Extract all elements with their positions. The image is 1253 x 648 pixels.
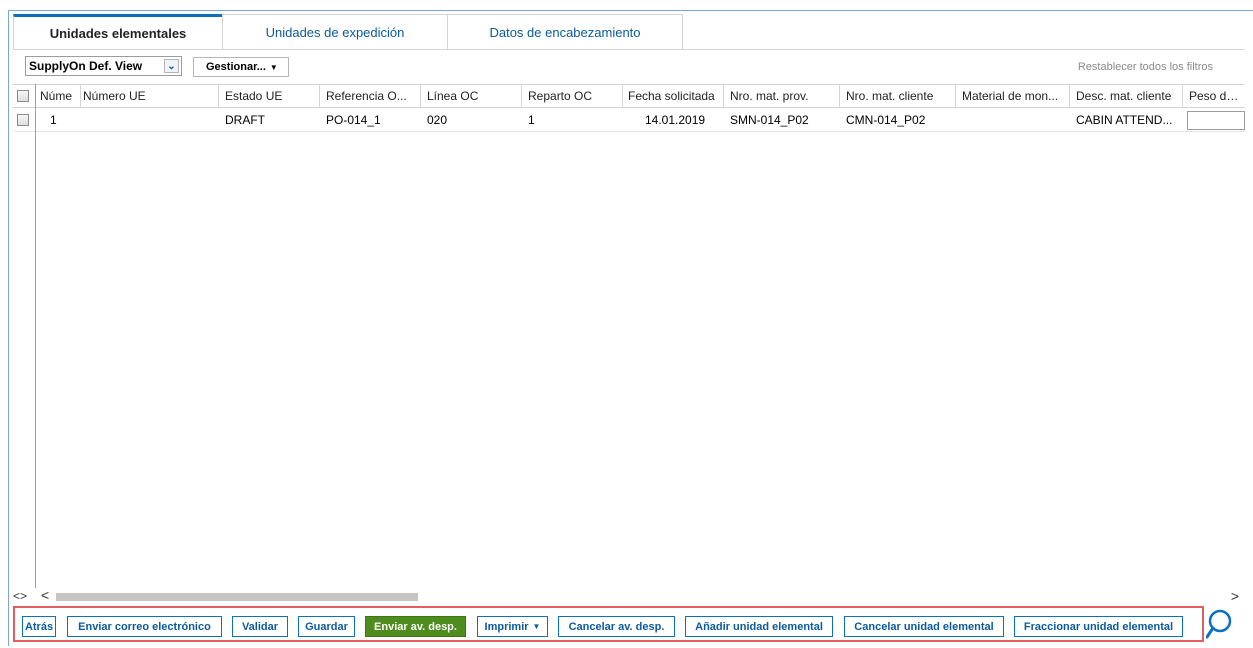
search-icon[interactable]	[1206, 608, 1236, 642]
send-dispatch-button[interactable]: Enviar av. desp.	[365, 616, 466, 637]
col-header-numero-ue[interactable]: Número UE	[81, 85, 219, 108]
cell-mat-prov: SMN-014_P02	[730, 113, 809, 127]
cell-estado-ue: DRAFT	[225, 113, 265, 127]
caret-down-icon: ▼	[532, 622, 541, 631]
view-select[interactable]: SupplyOn Def. View ⌄	[25, 56, 182, 76]
save-button[interactable]: Guardar	[298, 616, 355, 637]
validate-button[interactable]: Validar	[232, 616, 288, 637]
col-header-linea-oc[interactable]: Línea OC	[421, 85, 522, 108]
cell-numero-ue	[81, 108, 219, 132]
tab-bar: Unidades elementales Unidades de expedic…	[13, 14, 683, 50]
cancel-unit-button[interactable]: Cancelar unidad elemental	[844, 616, 1004, 637]
tab-unidades-elementales[interactable]: Unidades elementales	[13, 14, 223, 50]
split-unit-button[interactable]: Fraccionar unidad elemental	[1014, 616, 1183, 637]
manage-label: Gestionar...	[206, 61, 266, 73]
col-header-fecha[interactable]: Fecha solicitada	[623, 85, 724, 108]
scroll-thumb[interactable]	[56, 593, 418, 601]
action-bar: Atrás Enviar correo electrónico Validar …	[13, 606, 1204, 642]
grid-header: Núme Número UE Estado UE Referencia O...…	[13, 84, 1245, 108]
col-header-peso[interactable]: Peso de U	[1183, 85, 1245, 108]
horizontal-scrollbar[interactable]: <> < >	[13, 587, 1245, 605]
cell-reparto-oc: 1	[528, 113, 535, 127]
caret-down-icon: ▼	[269, 62, 278, 72]
col-header-reparto-oc[interactable]: Reparto OC	[522, 85, 623, 108]
cell-linea-oc: 020	[427, 113, 448, 127]
frozen-column-divider	[35, 84, 36, 588]
print-menu-button[interactable]: Imprimir ▼	[477, 616, 548, 637]
data-grid: Núme Número UE Estado UE Referencia O...…	[13, 84, 1245, 588]
cell-num: 1	[50, 113, 57, 127]
tab-unidades-expedicion[interactable]: Unidades de expedición	[222, 14, 448, 50]
col-header-referencia[interactable]: Referencia O...	[320, 85, 421, 108]
col-header-mat-cliente[interactable]: Nro. mat. cliente	[840, 85, 956, 108]
send-email-button[interactable]: Enviar correo electrónico	[67, 616, 222, 637]
back-button[interactable]: Atrás	[22, 616, 56, 637]
reset-filters-link[interactable]: Restablecer todos los filtros	[1078, 61, 1213, 73]
cell-mat-cliente: CMN-014_P02	[846, 113, 926, 127]
col-header-material-mon[interactable]: Material de mon...	[956, 85, 1070, 108]
add-unit-button[interactable]: Añadir unidad elemental	[685, 616, 833, 637]
cell-material-mon	[956, 108, 1070, 132]
chevron-down-icon[interactable]: ⌄	[164, 59, 179, 73]
col-header-mat-prov[interactable]: Nro. mat. prov.	[724, 85, 840, 108]
row-checkbox[interactable]	[17, 114, 29, 126]
scroll-right-icon[interactable]: >	[1231, 588, 1239, 604]
col-header-desc-mat[interactable]: Desc. mat. cliente	[1070, 85, 1183, 108]
view-select-value: SupplyOn Def. View	[29, 59, 143, 73]
expand-columns-icon[interactable]: <>	[13, 589, 27, 603]
cell-fecha: 14.01.2019	[645, 113, 706, 127]
tab-divider	[13, 49, 1245, 50]
col-header-estado-ue[interactable]: Estado UE	[219, 85, 320, 108]
manage-menu-button[interactable]: Gestionar... ▼	[193, 57, 289, 77]
col-header-num[interactable]: Núme	[36, 85, 81, 108]
scroll-left-icon[interactable]: <	[41, 587, 49, 603]
print-label: Imprimir	[484, 620, 529, 633]
cancel-dispatch-button[interactable]: Cancelar av. desp.	[558, 616, 675, 637]
select-all-checkbox[interactable]	[17, 90, 29, 102]
cell-referencia: PO-014_1	[326, 113, 381, 127]
weight-input[interactable]	[1187, 111, 1245, 130]
grid-toolbar: SupplyOn Def. View ⌄ Gestionar... ▼ Rest…	[13, 56, 1245, 78]
cell-desc-mat: CABIN ATTEND...	[1076, 113, 1173, 127]
table-row[interactable]: 1 DRAFT PO-014_1 020 1 14.01.2019 SMN-01…	[13, 108, 1245, 132]
tab-datos-encabezamiento[interactable]: Datos de encabezamiento	[447, 14, 683, 50]
